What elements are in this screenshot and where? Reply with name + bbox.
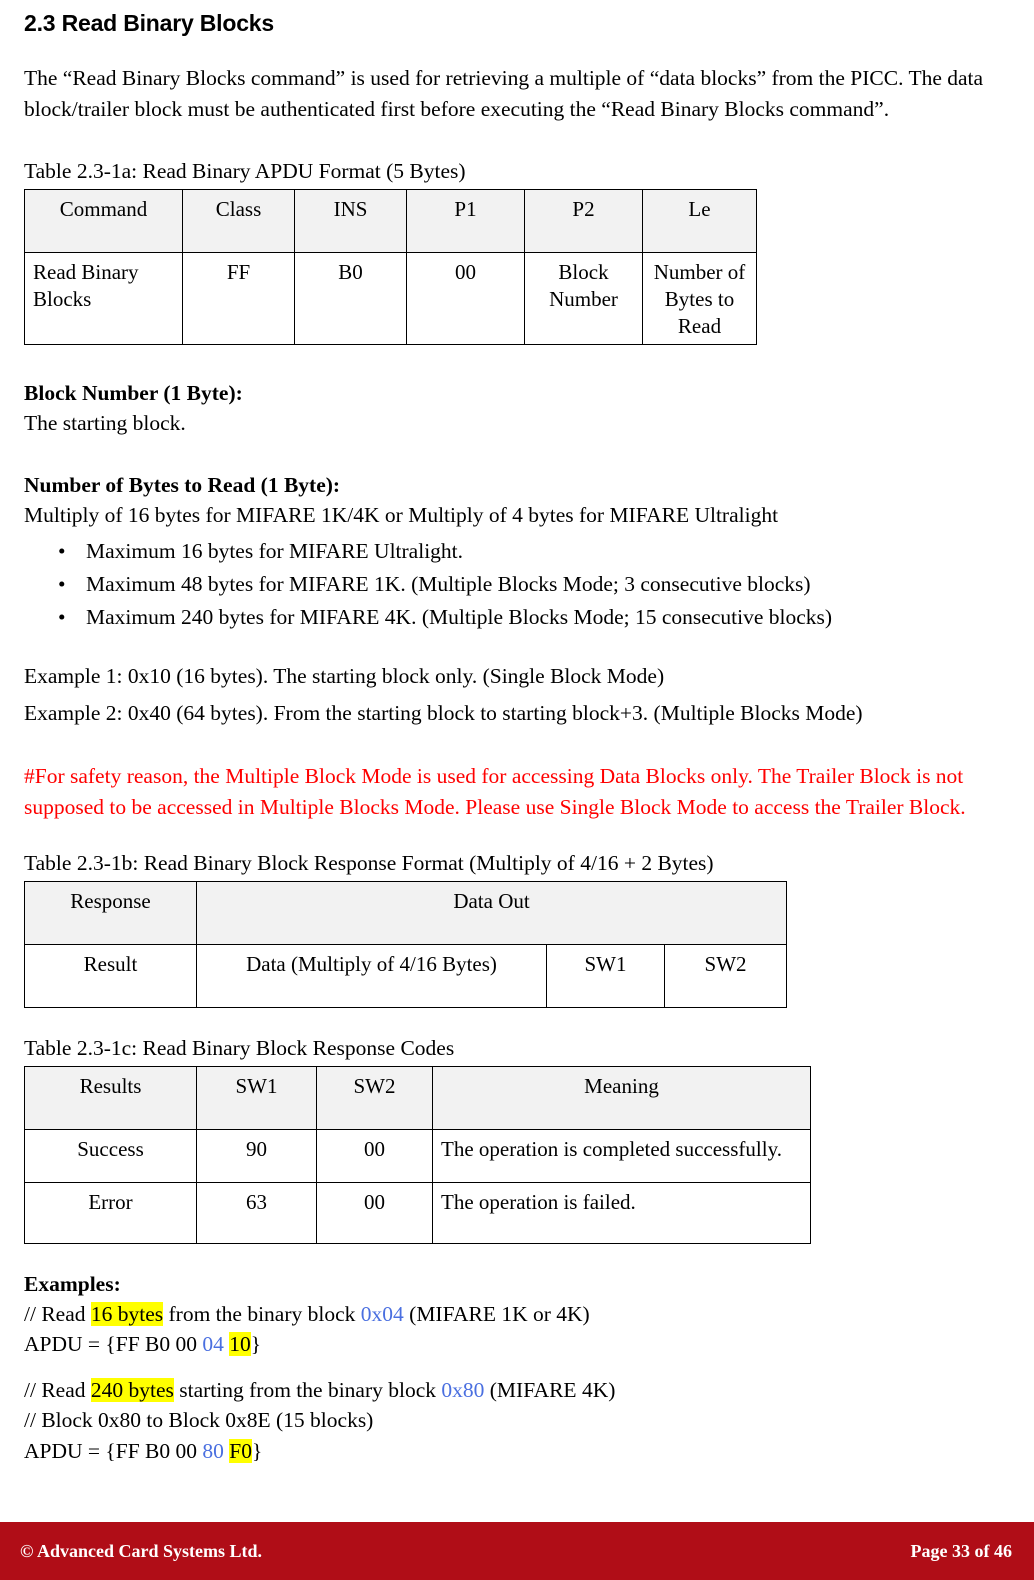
example-read-240-bytes: // Read 240 bytes starting from the bina…: [24, 1375, 1004, 1405]
bytes-to-read-heading: Number of Bytes to Read (1 Byte):: [24, 472, 341, 497]
table-cell-sw2: SW2: [663, 944, 788, 1009]
example-block-address: 0x80: [441, 1378, 485, 1403]
table-row: Success 90 00 The operation is completed…: [24, 1129, 811, 1184]
example-highlight-length: 240 bytes: [90, 1378, 174, 1403]
example-prefix: // Read: [24, 1302, 91, 1327]
bytes-to-read-bullet-list: • Maximum 16 bytes for MIFARE Ultralight…: [24, 536, 1004, 633]
table-cell-le: Number of Bytes to Read: [642, 251, 757, 345]
table-header-cell-sw1: SW1: [196, 1066, 317, 1131]
apdu-suffix: }: [251, 1438, 263, 1463]
table-cell-data: Data (Multiply of 4/16 Bytes): [196, 944, 547, 1009]
table-response-codes: Results SW1 SW2 Meaning Success 90 00 Th…: [24, 1066, 811, 1245]
table-header-cell: Command: [24, 188, 183, 253]
table-caption-response-format: Table 2.3-1b: Read Binary Block Response…: [24, 851, 714, 876]
table-header-row: Command Class INS P1 P2 Le: [24, 188, 757, 253]
example-block-range-comment: // Block 0x80 to Block 0x8E (15 blocks): [24, 1408, 374, 1433]
table-header-row: Response Data Out: [24, 881, 788, 946]
bullet-icon: •: [58, 539, 66, 564]
table-header-cell: INS: [294, 188, 407, 253]
table-cell-p2: Block Number: [524, 251, 643, 345]
table-cell-sw1: SW1: [546, 944, 665, 1009]
list-item: • Maximum 48 bytes for MIFARE 1K. (Multi…: [58, 569, 1004, 600]
table-cell-meaning: The operation is failed.: [432, 1182, 811, 1245]
table-cell-sw2: 00: [316, 1129, 433, 1184]
table-cell-p1: 00: [406, 251, 525, 345]
table-cell-command: Read Binary Blocks: [24, 251, 183, 345]
intro-paragraph: The “Read Binary Blocks command” is used…: [24, 66, 984, 121]
example-suffix: (MIFARE 4K): [484, 1378, 616, 1403]
apdu-prefix: APDU = {FF B0 00: [24, 1438, 203, 1463]
table-header-cell: Le: [642, 188, 757, 253]
table-apdu-format: Command Class INS P1 P2 Le Read Binary B…: [24, 188, 757, 345]
table-response-format: Response Data Out Result Data (Multiply …: [24, 881, 788, 1009]
table-row: Result Data (Multiply of 4/16 Bytes) SW1…: [24, 944, 788, 1009]
table-cell-result: Success: [24, 1129, 197, 1184]
example-2-line: Example 2: 0x40 (64 bytes). From the sta…: [24, 701, 863, 726]
block-number-text: The starting block.: [24, 410, 186, 435]
table-cell-class: FF: [182, 251, 295, 345]
apdu-block-byte: 80: [202, 1438, 224, 1463]
example-highlight-length: 16 bytes: [90, 1302, 164, 1327]
table-header-cell-response: Response: [24, 881, 197, 946]
table-header-cell: P1: [406, 188, 525, 253]
bytes-to-read-text: Multiply of 16 bytes for MIFARE 1K/4K or…: [24, 502, 779, 527]
list-item-label: Maximum 48 bytes for MIFARE 1K. (Multipl…: [86, 572, 811, 597]
table-header-cell: Class: [182, 188, 295, 253]
table-cell-result: Error: [24, 1182, 197, 1245]
example-1-line: Example 1: 0x10 (16 bytes). The starting…: [24, 664, 665, 689]
table-row: Read Binary Blocks FF B0 00 Block Number…: [24, 251, 757, 345]
example-apdu-2: APDU = {FF B0 00 80 F0}: [24, 1436, 1004, 1466]
table-header-row: Results SW1 SW2 Meaning: [24, 1066, 811, 1131]
apdu-length-byte: 10: [229, 1332, 251, 1357]
footer-copyright: © Advanced Card Systems Ltd.: [20, 1540, 262, 1561]
examples-heading: Examples:: [24, 1272, 121, 1297]
table-header-cell-meaning: Meaning: [432, 1066, 811, 1131]
table-cell-sw1: 63: [196, 1182, 317, 1245]
document-page: 2.3 Read Binary Blocks The “Read Binary …: [0, 0, 1034, 1580]
table-cell-result: Result: [24, 944, 197, 1009]
safety-warning-text: #For safety reason, the Multiple Block M…: [24, 764, 966, 820]
table-row: Error 63 00 The operation is failed.: [24, 1182, 811, 1245]
example-middle: starting from the binary block: [173, 1378, 442, 1403]
bullet-icon: •: [58, 605, 66, 630]
list-item-label: Maximum 16 bytes for MIFARE Ultralight.: [86, 539, 464, 564]
example-read-16-bytes: // Read 16 bytes from the binary block 0…: [24, 1299, 1004, 1329]
example-prefix: // Read: [24, 1378, 91, 1403]
list-item-label: Maximum 240 bytes for MIFARE 4K. (Multip…: [86, 605, 833, 630]
page-content: 2.3 Read Binary Blocks The “Read Binary …: [0, 0, 1034, 1466]
example-suffix: (MIFARE 1K or 4K): [403, 1302, 590, 1327]
table-header-cell-sw2: SW2: [316, 1066, 433, 1131]
bullet-icon: •: [58, 572, 66, 597]
table-cell-ins: B0: [294, 251, 407, 345]
table-header-cell-results: Results: [24, 1066, 197, 1131]
table-cell-sw2: 00: [316, 1182, 433, 1245]
table-caption-response-codes: Table 2.3-1c: Read Binary Block Response…: [24, 1036, 455, 1061]
example-middle: from the binary block: [163, 1302, 361, 1327]
apdu-suffix: }: [250, 1332, 262, 1357]
table-cell-meaning: The operation is completed successfully.: [432, 1129, 811, 1184]
table-header-cell-data-out: Data Out: [195, 881, 788, 946]
block-number-heading: Block Number (1 Byte):: [24, 380, 243, 405]
example-block-address: 0x04: [360, 1302, 404, 1327]
table-header-cell: P2: [524, 188, 643, 253]
table-cell-sw1: 90: [196, 1129, 317, 1184]
page-footer: © Advanced Card Systems Ltd. Page 33 of …: [0, 1522, 1034, 1580]
list-item: • Maximum 240 bytes for MIFARE 4K. (Mult…: [58, 602, 1004, 633]
apdu-length-byte: F0: [229, 1438, 252, 1463]
table-caption-apdu-format: Table 2.3-1a: Read Binary APDU Format (5…: [24, 158, 466, 183]
apdu-block-byte: 04: [202, 1332, 224, 1357]
page-title: 2.3 Read Binary Blocks: [24, 10, 274, 36]
example-apdu-1: APDU = {FF B0 00 04 10}: [24, 1329, 1004, 1359]
footer-page-number: Page 33 of 46: [910, 1540, 1012, 1561]
list-item: • Maximum 16 bytes for MIFARE Ultralight…: [58, 536, 1004, 567]
apdu-prefix: APDU = {FF B0 00: [24, 1332, 203, 1357]
